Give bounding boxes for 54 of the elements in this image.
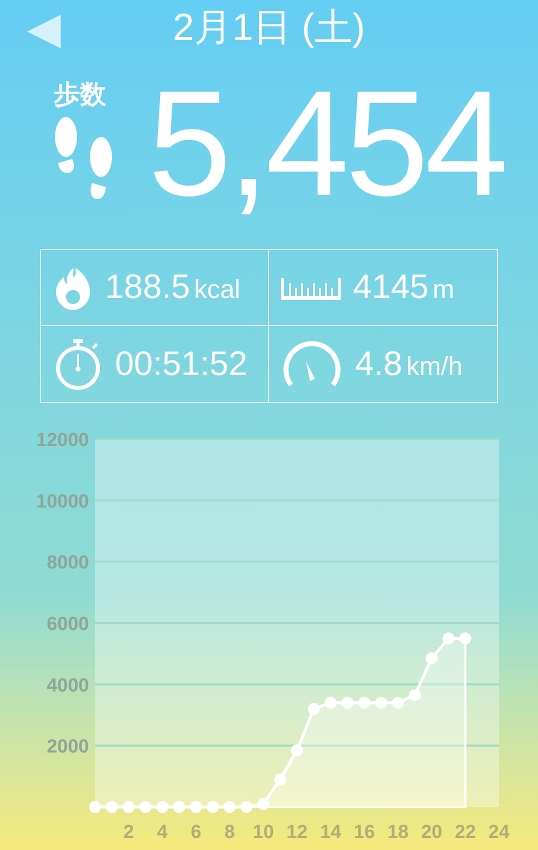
y-tick-label: 2000	[46, 736, 89, 758]
data-point	[156, 801, 168, 813]
data-point	[122, 801, 135, 813]
data-point	[375, 696, 388, 709]
data-point	[224, 801, 236, 813]
x-tick-label: 12	[286, 822, 308, 843]
y-tick-label: 8000	[46, 552, 89, 574]
data-point	[459, 632, 472, 644]
data-point	[106, 801, 118, 813]
steps-count: 5,454	[148, 58, 505, 229]
data-point	[442, 632, 454, 644]
data-point	[426, 652, 438, 664]
data-point	[408, 689, 421, 702]
data-point	[206, 801, 219, 813]
data-point	[240, 801, 252, 813]
y-tick-label: 6000	[46, 614, 89, 635]
x-tick-label: 2	[123, 822, 134, 843]
data-point	[392, 696, 404, 709]
data-point	[291, 744, 303, 756]
stat-value: 00:51:52	[115, 344, 248, 384]
steps-label: 歩数	[54, 81, 106, 107]
x-tick-label: 4	[157, 822, 168, 843]
data-point	[190, 801, 202, 813]
x-tick-label: 14	[320, 822, 342, 843]
data-point	[89, 801, 101, 813]
speedometer-icon	[281, 339, 343, 389]
x-tick-label: 24	[488, 822, 510, 843]
data-point	[358, 696, 370, 709]
x-tick-label: 6	[190, 822, 202, 843]
data-point	[308, 702, 320, 715]
stat-unit: kcal	[194, 273, 240, 306]
data-point	[342, 696, 354, 709]
x-tick-label: 8	[224, 822, 235, 843]
stat-value: 4.8	[355, 344, 402, 384]
date-title: 2月1日 (土)	[172, 6, 366, 51]
stat-value: 4145	[353, 267, 429, 308]
stat-value: 188.5	[105, 267, 190, 308]
x-tick-label: 10	[252, 822, 274, 843]
data-point	[324, 696, 337, 709]
data-point	[173, 801, 186, 813]
y-tick-label: 4000	[46, 675, 89, 696]
stopwatch-icon	[53, 338, 103, 390]
data-point	[140, 801, 152, 813]
data-point	[274, 773, 286, 786]
stat-unit: km/h	[406, 350, 463, 382]
stat-unit: m	[432, 273, 454, 306]
x-tick-label: 22	[454, 822, 476, 843]
y-tick-label: 12000	[36, 431, 89, 451]
x-tick-label: 20	[421, 822, 442, 843]
y-tick-label: 10000	[36, 491, 89, 512]
data-point	[257, 798, 270, 810]
back-button[interactable]: ◀	[24, 6, 64, 50]
x-tick-label: 16	[354, 822, 375, 843]
x-tick-label: 18	[387, 822, 409, 843]
